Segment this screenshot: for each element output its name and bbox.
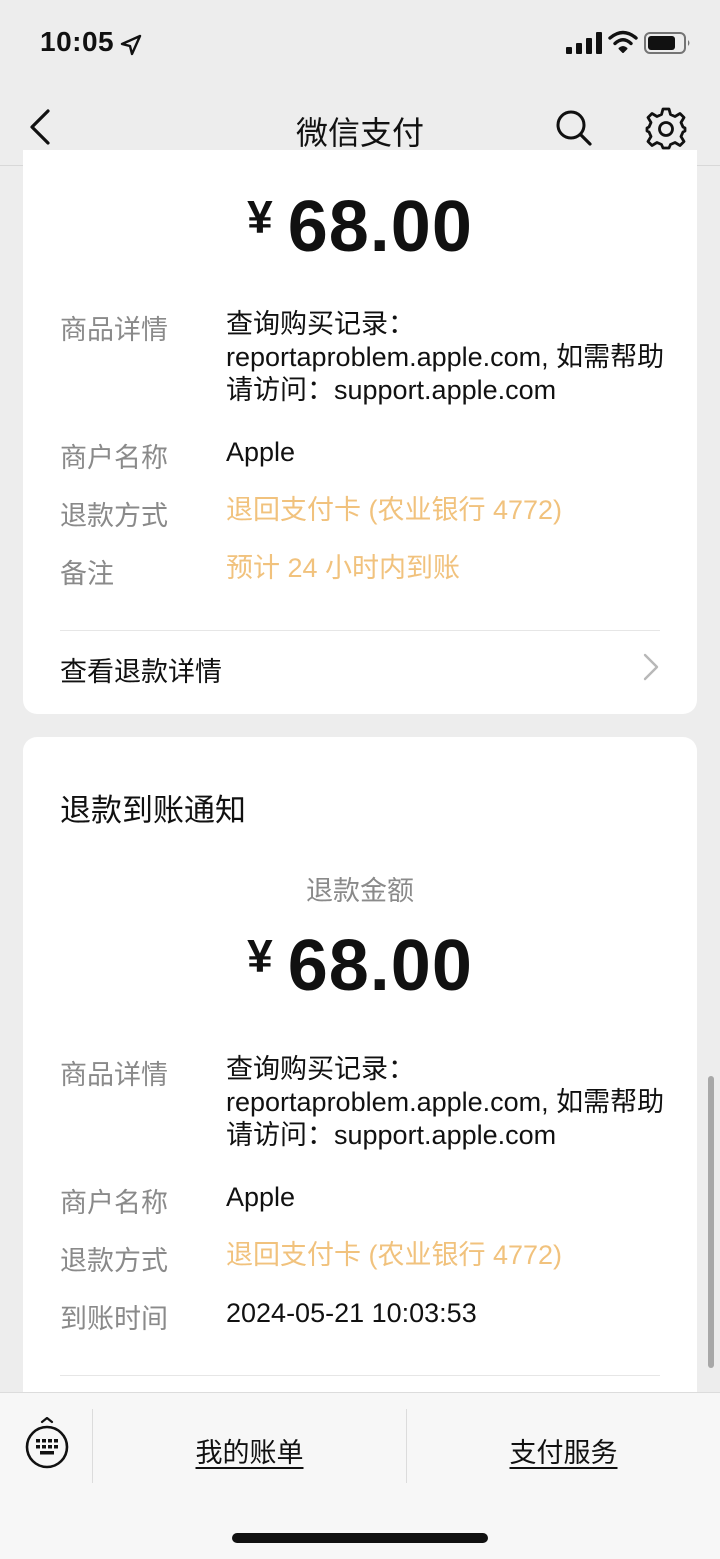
refund-notice-card: 退款到账通知 退款金额 ¥68.00 商品详情 查询购买记录：reportapr… xyxy=(23,737,697,1437)
section-title: 退款到账通知 xyxy=(60,793,246,828)
wifi-icon xyxy=(608,30,638,53)
pay-service-link[interactable]: 支付服务 xyxy=(407,1431,720,1470)
bottom-toolbar: 我的账单 支付服务 xyxy=(0,1392,720,1559)
detail-value: 2024-05-21 10:03:53 xyxy=(226,1298,477,1328)
detail-value: 查询购买记录：reportaproblem.apple.com, 如需帮助请访问… xyxy=(226,309,665,405)
gear-icon[interactable] xyxy=(644,106,688,150)
signal-icon xyxy=(566,32,602,54)
amount-value: 68.00 xyxy=(287,926,473,1006)
link-label: 查看退款详情 xyxy=(60,657,222,687)
detail-value: 预计 24 小时内到账 xyxy=(226,553,461,583)
page-title: 微信支付 xyxy=(295,115,424,151)
refund-amount: ¥68.00 xyxy=(23,186,697,268)
detail-label: 退款方式 xyxy=(60,1246,168,1276)
status-bar: 10:05 xyxy=(0,0,720,88)
home-indicator[interactable] xyxy=(232,1533,488,1543)
location-arrow-icon xyxy=(120,34,142,56)
detail-label: 商户名称 xyxy=(60,1188,168,1218)
detail-label: 到账时间 xyxy=(60,1304,168,1334)
detail-label: 退款方式 xyxy=(60,501,168,531)
page: 10:05 微信支付 ¥ 68.00 商品详情 查询购买记录：reportapr… xyxy=(0,0,720,1559)
detail-label: 备注 xyxy=(60,559,114,589)
detail-value: Apple xyxy=(226,1182,296,1212)
scrollbar[interactable] xyxy=(708,1076,714,1368)
detail-value: Apple xyxy=(226,437,296,467)
currency-symbol: ¥ xyxy=(247,930,274,982)
battery-icon xyxy=(644,32,690,54)
chevron-right-icon xyxy=(643,653,659,681)
detail-value: 退回支付卡 (农业银行 4772) xyxy=(226,1240,563,1270)
view-refund-details-link[interactable]: 查看退款详情 xyxy=(60,640,660,700)
my-bill-link[interactable]: 我的账单 xyxy=(93,1431,406,1470)
detail-value: 查询购买记录：reportaproblem.apple.com, 如需帮助请访问… xyxy=(226,1054,665,1150)
search-icon[interactable] xyxy=(554,108,594,148)
amount-value: 68.00 xyxy=(287,187,473,267)
keyboard-icon[interactable] xyxy=(22,1417,72,1469)
refund-amount-caption: 退款金额 xyxy=(306,876,414,906)
currency-symbol: ¥ xyxy=(247,191,274,243)
detail-label: 商品详情 xyxy=(60,315,168,345)
divider xyxy=(60,1375,660,1376)
divider xyxy=(60,630,660,631)
refund-card-1: ¥68.00 商品详情 查询购买记录：reportaproblem.apple.… xyxy=(23,150,697,714)
refund-amount: ¥68.00 xyxy=(23,925,697,1007)
detail-label: 商户名称 xyxy=(60,443,168,473)
detail-label: 商品详情 xyxy=(60,1060,168,1090)
detail-value: 退回支付卡 (农业银行 4772) xyxy=(226,495,563,525)
status-time: 10:05 xyxy=(40,26,115,57)
